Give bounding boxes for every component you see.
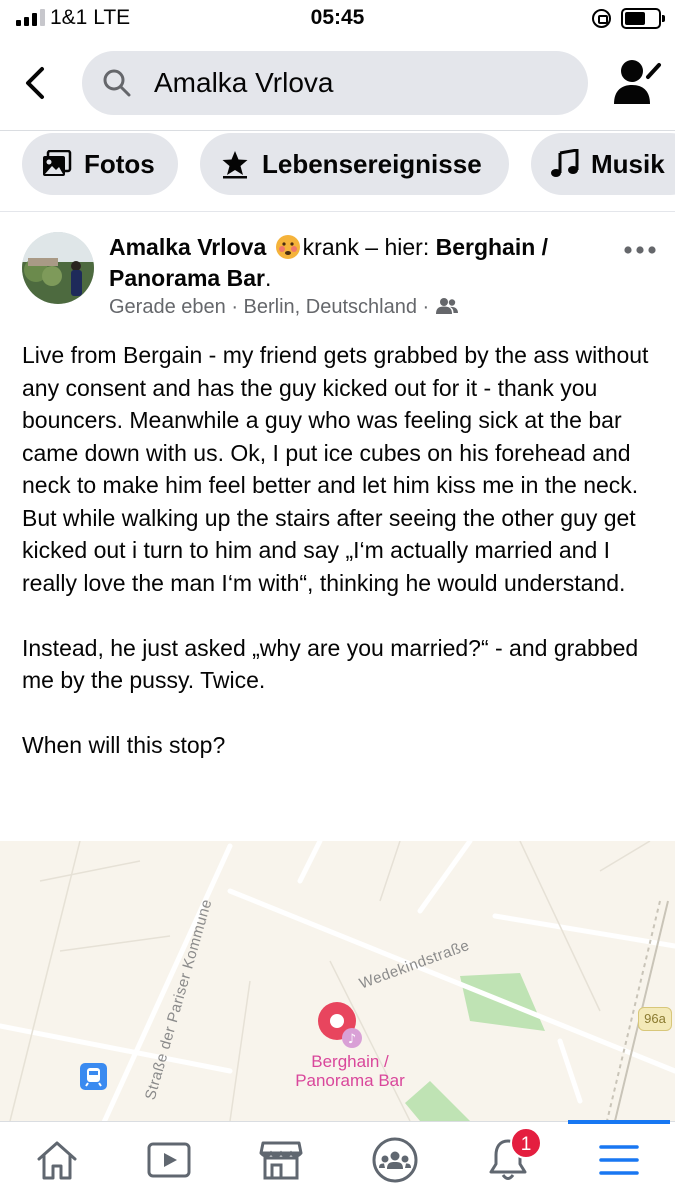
clock: 05:45 xyxy=(310,6,365,29)
post-time[interactable]: Gerade eben xyxy=(109,296,226,318)
search-input[interactable]: Amalka Vrlova xyxy=(82,51,588,115)
location-pin-icon[interactable]: ♪ xyxy=(317,1001,363,1056)
nav-home[interactable] xyxy=(27,1132,87,1188)
home-icon xyxy=(37,1141,77,1180)
profile-photo xyxy=(22,232,94,304)
groups-icon xyxy=(372,1137,418,1183)
train-station-icon xyxy=(80,1063,107,1090)
post-location[interactable]: Berlin, Deutschland xyxy=(244,296,417,318)
music-note-icon xyxy=(551,149,579,177)
avatar[interactable] xyxy=(22,232,94,304)
post-meta: Gerade eben · Berlin, Deutschland · xyxy=(109,296,459,319)
search-query: Amalka Vrlova xyxy=(154,67,334,98)
post-author[interactable]: Amalka Vrlova xyxy=(109,234,266,260)
rotation-lock-icon xyxy=(592,9,611,28)
meta-separator: · xyxy=(422,296,435,318)
filter-chips: Fotos Lebensereignisse Musik xyxy=(0,131,675,211)
chip-label: Musik xyxy=(591,148,665,179)
video-icon xyxy=(147,1142,191,1178)
meta-separator: · xyxy=(231,296,244,318)
post-paragraph: Instead, he just asked „why are you marr… xyxy=(22,634,639,694)
menu-icon xyxy=(599,1145,639,1175)
marketplace-icon xyxy=(259,1141,303,1180)
chip-fotos[interactable]: Fotos xyxy=(22,133,178,195)
post-feeling: krank – hier: xyxy=(302,234,436,260)
more-options-button[interactable] xyxy=(620,240,660,260)
photos-icon xyxy=(43,150,72,176)
map-place-label: Berghain / Panorama Bar xyxy=(295,1052,405,1090)
nav-watch[interactable] xyxy=(139,1132,199,1188)
search-icon xyxy=(103,69,131,97)
post-text: Live from Bergain - my friend gets grabb… xyxy=(22,339,662,762)
back-button[interactable] xyxy=(20,63,54,103)
battery-icon xyxy=(621,8,665,29)
post-header: Amalka Vrlova krank – hier: Berghain / P… xyxy=(109,232,609,294)
post-paragraph: When will this stop? xyxy=(22,732,226,758)
chip-label: Fotos xyxy=(84,148,155,179)
nav-menu[interactable] xyxy=(589,1132,649,1188)
status-bar: 1&1 LTE 05:45 xyxy=(0,0,675,38)
chevron-left-icon xyxy=(26,67,44,99)
friends-icon xyxy=(435,298,458,314)
bottom-navigation xyxy=(0,1120,675,1200)
nav-marketplace[interactable] xyxy=(251,1132,311,1188)
profile-edit-button[interactable] xyxy=(612,58,664,108)
post-paragraph: Live from Bergain - my friend gets grabb… xyxy=(22,342,649,596)
post-divider xyxy=(0,211,675,212)
star-icon xyxy=(222,151,248,179)
road-number-badge: 96a xyxy=(638,1007,672,1031)
chip-lebensereignisse[interactable]: Lebensereignisse xyxy=(200,133,509,195)
person-edit-icon xyxy=(614,60,661,104)
active-tab-indicator xyxy=(568,1120,670,1124)
chip-label: Lebensereignisse xyxy=(262,148,482,179)
nav-groups[interactable] xyxy=(365,1132,425,1188)
sick-face-emoji-icon xyxy=(275,234,301,260)
post-place-suffix: . xyxy=(264,265,272,291)
more-dots-icon xyxy=(624,246,656,254)
chip-musik[interactable]: Musik xyxy=(531,133,675,195)
notification-count-badge: 1 xyxy=(510,1127,542,1159)
svg-text:♪: ♪ xyxy=(348,1032,356,1047)
